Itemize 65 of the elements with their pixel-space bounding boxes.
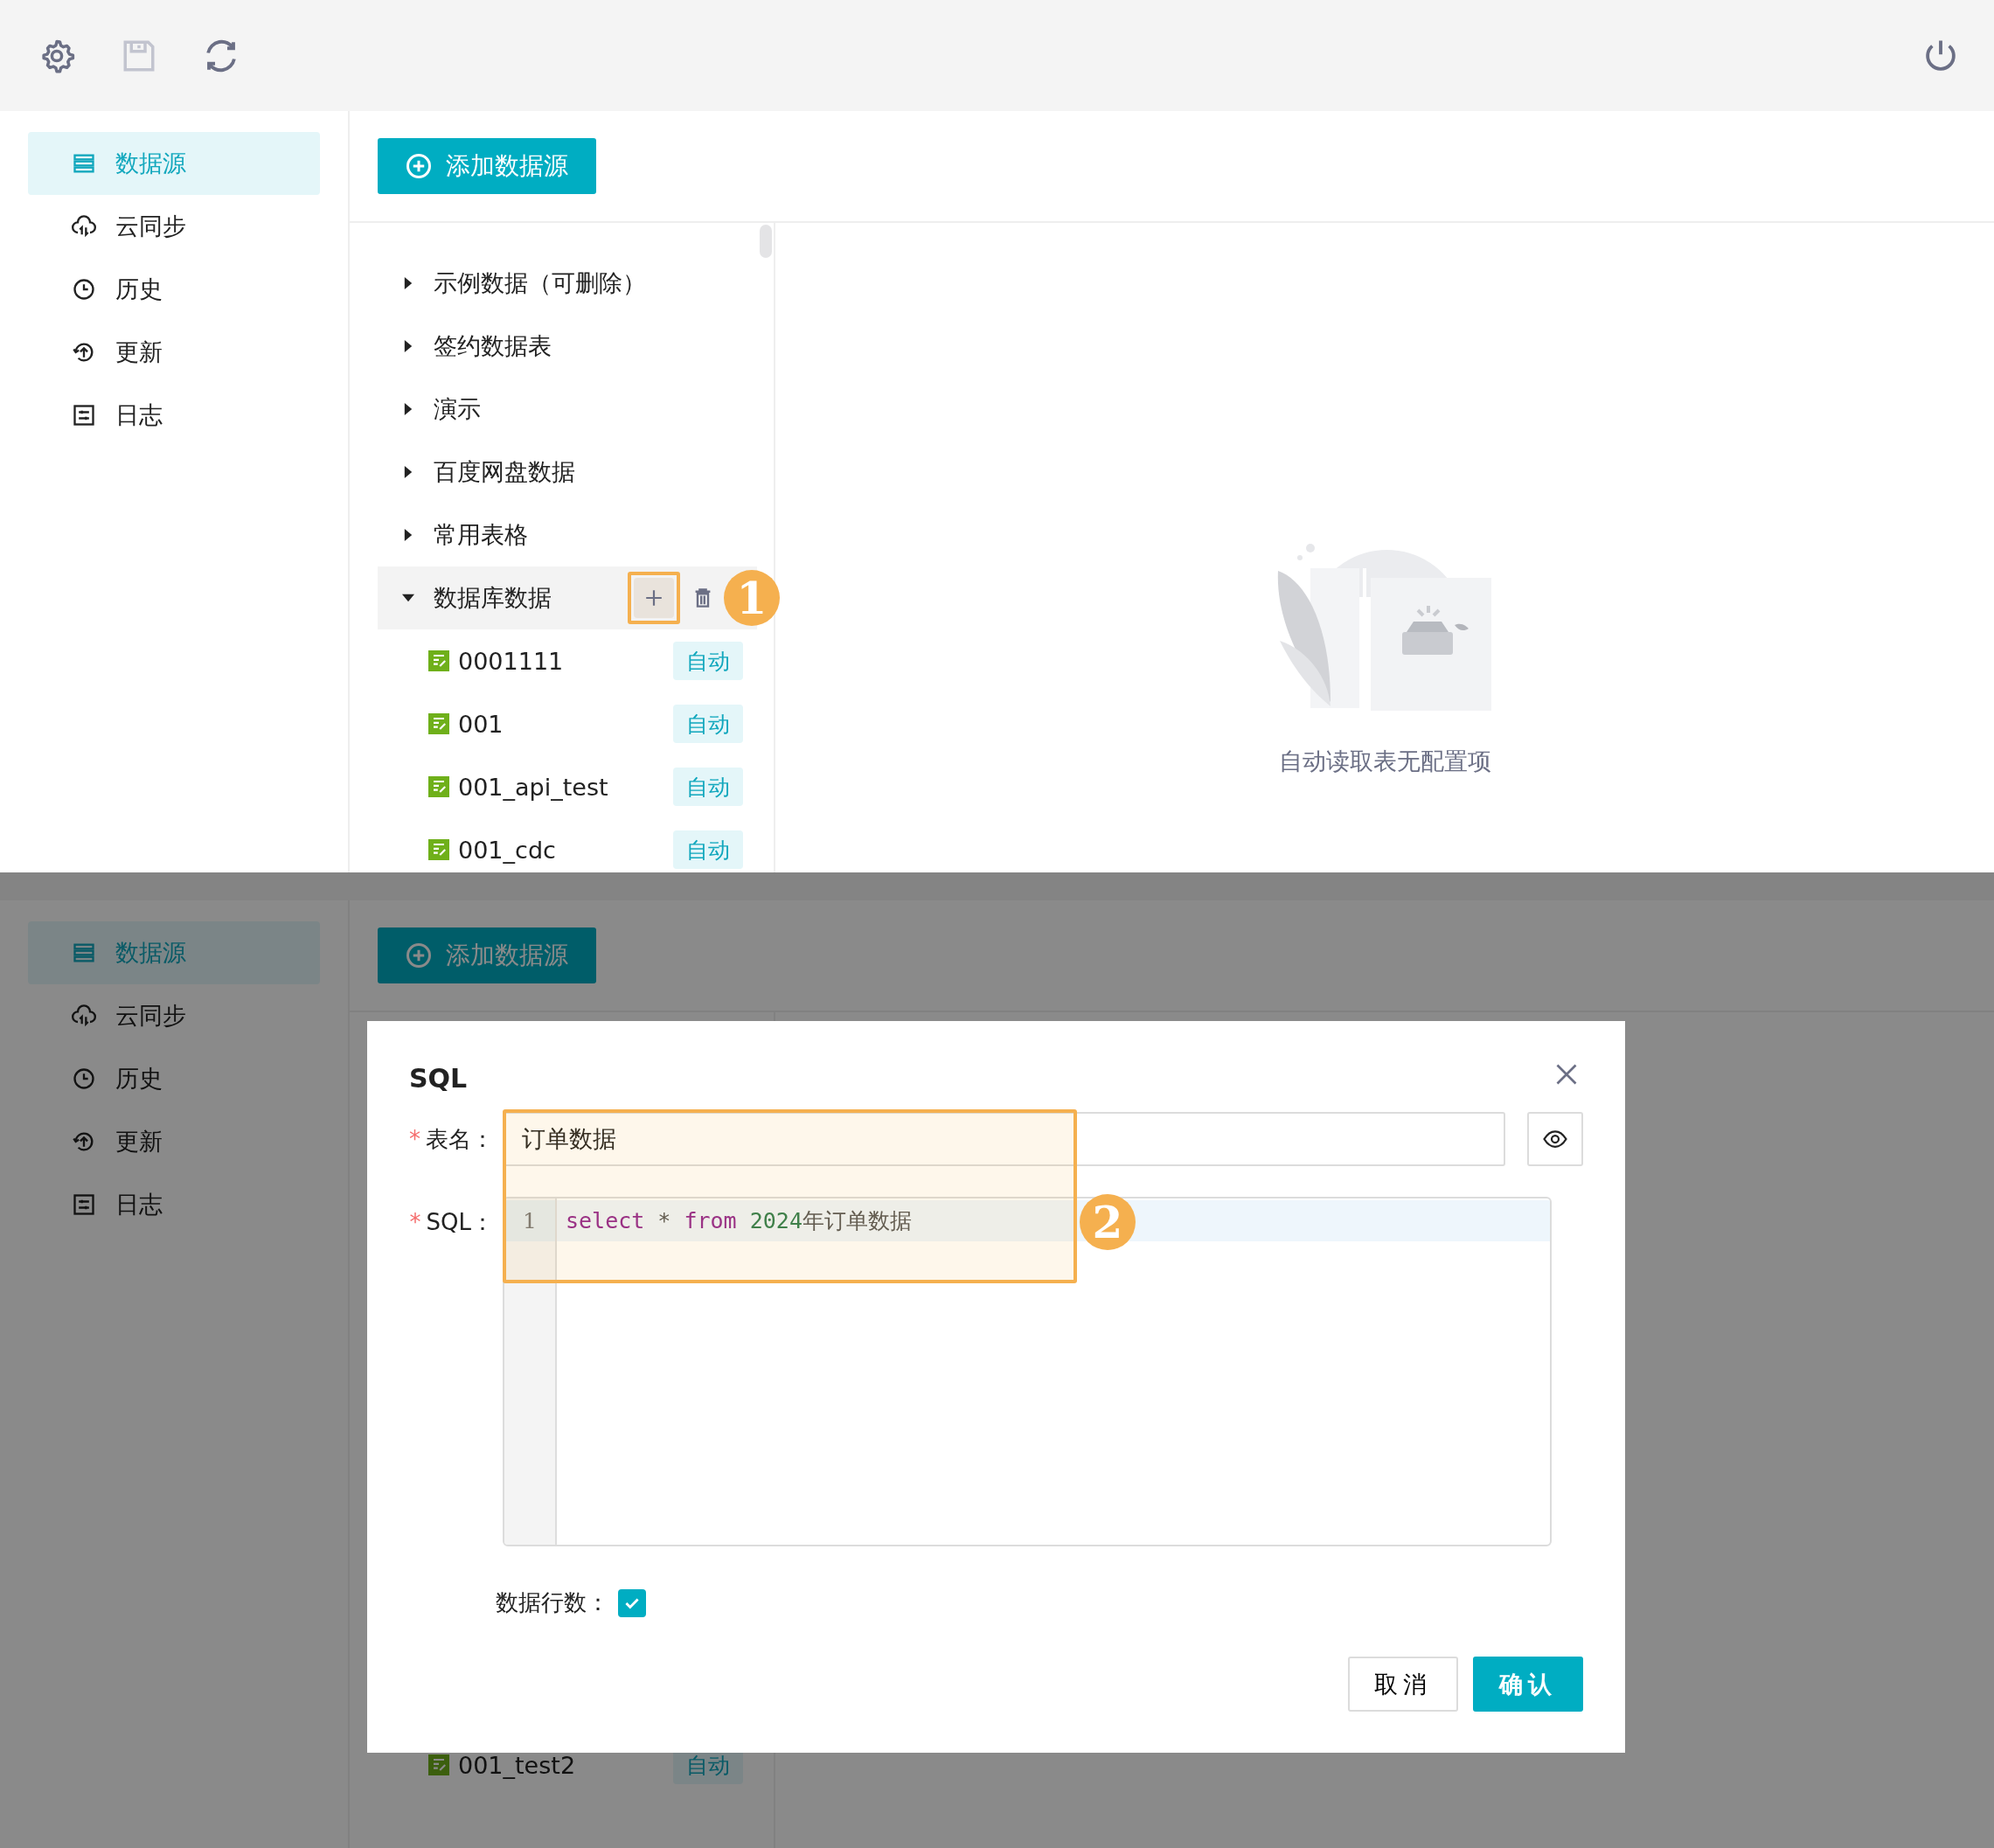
sidebar-label: 数据源: [115, 149, 186, 178]
caret-icon[interactable]: [402, 403, 414, 415]
sheet-icon: [428, 776, 449, 797]
cloud-sync-icon: [72, 1004, 96, 1028]
plus-circle-icon: [406, 153, 432, 179]
sidebar-item[interactable]: 更新: [28, 321, 320, 384]
tree-node[interactable]: 常用表格: [378, 504, 757, 566]
sidebar-label: 更新: [115, 1127, 163, 1157]
sidebar-item[interactable]: 历史: [28, 1047, 320, 1110]
field-label: * SQL：: [409, 1208, 494, 1237]
scrollbar-thumb[interactable]: [760, 225, 772, 258]
sheet-icon: [428, 650, 449, 671]
table-name[interactable]: 001_cdc: [458, 836, 556, 864]
table-name[interactable]: 001: [458, 710, 504, 738]
preview-button[interactable]: [1527, 1112, 1583, 1166]
auto-tag: 自动: [673, 830, 743, 869]
caret-icon[interactable]: [402, 277, 414, 289]
clock-icon: [72, 277, 96, 302]
row-count-label: 数据行数：: [496, 1588, 609, 1617]
sidebar-label: 日志: [115, 1190, 163, 1219]
sidebar-item[interactable]: 历史: [28, 258, 320, 321]
sheet-icon: [428, 839, 449, 860]
cancel-button[interactable]: 取消: [1348, 1657, 1458, 1712]
sidebar-label: 历史: [115, 274, 163, 304]
log-icon: [72, 1192, 96, 1217]
tree-node[interactable]: 示例数据（可删除）: [378, 252, 757, 315]
dialog-title: SQL: [409, 1062, 468, 1095]
sidebar-label: 日志: [115, 400, 163, 430]
table-name[interactable]: 0001111: [458, 647, 564, 675]
sidebar-item[interactable]: 云同步: [28, 195, 320, 258]
field-label: * 表名：: [409, 1124, 494, 1154]
plus-circle-icon: [406, 942, 432, 969]
tree-node[interactable]: 百度网盘数据: [378, 441, 757, 504]
caret-icon[interactable]: [402, 466, 414, 478]
sheet-icon: [428, 713, 449, 734]
tree-node[interactable]: 签约数据表: [378, 315, 757, 378]
line-number: 1: [504, 1200, 555, 1241]
auto-tag: 自动: [673, 642, 743, 680]
sidebar-item[interactable]: 日志: [28, 384, 320, 447]
callout-number: 1: [724, 570, 780, 626]
empty-state-message: 自动读取表无配置项: [1278, 747, 1491, 776]
caret-icon[interactable]: [402, 340, 414, 352]
sheet-icon: [428, 1754, 449, 1775]
plus-icon: [644, 588, 664, 608]
caret-icon[interactable]: [402, 529, 414, 541]
sidebar-label: 更新: [115, 337, 163, 367]
sidebar-label: 历史: [115, 1064, 163, 1094]
sidebar-item[interactable]: 日志: [28, 1173, 320, 1236]
log-icon: [72, 403, 96, 427]
tree-node[interactable]: 演示: [378, 378, 757, 441]
callout-number: 2: [1080, 1194, 1136, 1250]
auto-tag: 自动: [673, 705, 743, 743]
sidebar-label: 云同步: [115, 212, 186, 241]
clock-icon: [72, 1066, 96, 1091]
auto-tag: 自动: [673, 768, 743, 806]
sidebar-item[interactable]: 更新: [28, 1110, 320, 1173]
table-name[interactable]: 001_api_test: [458, 773, 608, 801]
sidebar-item[interactable]: 云同步: [28, 984, 320, 1047]
row-count-checkbox[interactable]: [618, 1588, 646, 1617]
table-name[interactable]: 001_test2: [458, 1751, 576, 1779]
sidebar-label: 云同步: [115, 1001, 186, 1031]
caret-icon[interactable]: [402, 592, 414, 604]
sidebar-label: 数据源: [115, 938, 186, 968]
add-button[interactable]: [634, 578, 674, 618]
cloud-sync-icon: [72, 214, 96, 239]
